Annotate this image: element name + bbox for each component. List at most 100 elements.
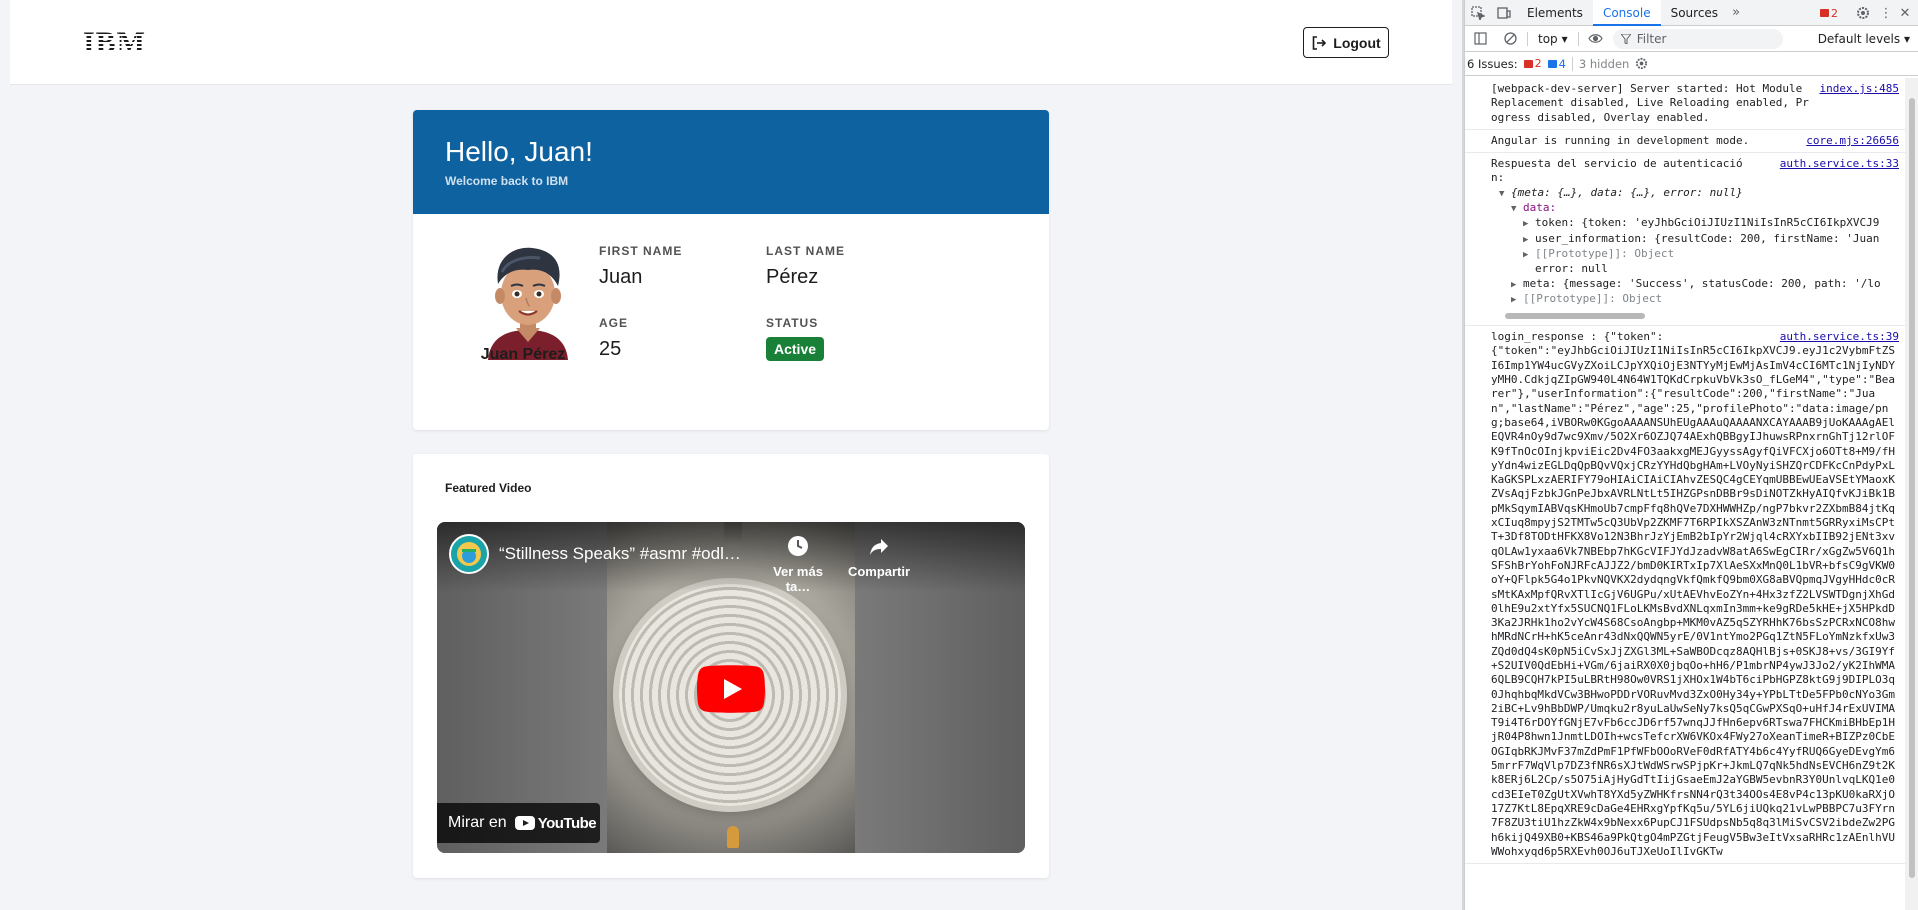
tree-prototype[interactable]: ▶ [[Prototype]]: Object — [1499, 247, 1901, 262]
sidebar-toggle-icon[interactable] — [1467, 26, 1493, 52]
tree-prototype-root-text: [[Prototype]]: Object — [1523, 291, 1663, 305]
devtools-tabbar-right: 2 ⋮ ✕ — [1820, 0, 1914, 26]
close-devtools-icon[interactable]: ✕ — [1896, 0, 1914, 26]
tree-data[interactable]: ▼ data: — [1499, 201, 1901, 216]
tree-error: error: null — [1499, 262, 1901, 276]
more-tabs-icon[interactable]: » — [1728, 0, 1744, 26]
logout-label: Logout — [1333, 34, 1381, 51]
status-label: STATUS — [766, 316, 819, 330]
issues-settings-icon[interactable] — [1635, 57, 1648, 70]
youtube-player[interactable]: “Stillness Speaks” #asmr #odlysatisfyin…… — [437, 522, 1025, 853]
clear-console-icon[interactable] — [1497, 26, 1523, 52]
expanded-arrow-icon: ▼ — [1499, 188, 1505, 199]
issues-bar[interactable]: 6 Issues: 2 4 3 hidden — [1465, 52, 1918, 76]
first-name-label: FIRST NAME — [599, 244, 683, 258]
expanded-arrow-icon: ▼ — [1511, 204, 1517, 215]
tree-root[interactable]: ▼ {meta: {…}, data: {…}, error: null} — [1499, 186, 1901, 201]
tree-error-text: error: null — [1535, 262, 1608, 276]
toolbar-divider — [1527, 31, 1528, 46]
console-message: index.js:485 [webpack-dev-server] Server… — [1465, 78, 1905, 130]
horizontal-scroll-thumb[interactable] — [1505, 313, 1645, 320]
last-name-label: LAST NAME — [766, 244, 845, 258]
youtube-logo: YouTube — [514, 814, 597, 832]
issues-label: 6 Issues: — [1467, 56, 1518, 71]
error-counter[interactable]: 2 — [1820, 7, 1838, 20]
tree-meta[interactable]: ▶ meta: {message: 'Success', statusCode: … — [1499, 277, 1901, 292]
collapsed-arrow-icon: ▶ — [1511, 294, 1517, 305]
tab-console[interactable]: Console — [1592, 0, 1661, 26]
status-badge: Active — [766, 337, 825, 361]
tree-user-information-text: user_information: {resultCode: 200, firs… — [1535, 231, 1880, 245]
inspect-element-icon[interactable] — [1465, 0, 1491, 26]
age-label: AGE — [599, 316, 629, 330]
first-name-field: FIRST NAME Juan — [599, 244, 682, 289]
last-name-value: Pérez — [766, 266, 819, 288]
object-tree: ▼ {meta: {…}, data: {…}, error: null} ▼ da… — [1491, 186, 1901, 307]
settings-gear-icon[interactable] — [1850, 0, 1876, 26]
tab-sources[interactable]: Sources — [1661, 0, 1728, 26]
logout-button[interactable]: Logout — [1303, 27, 1389, 58]
video-figurine — [727, 826, 739, 848]
share-button[interactable]: Compartir — [843, 534, 915, 579]
ibm-logo[interactable]: IBM — [83, 28, 146, 58]
youtube-wordmark: YouTube — [537, 814, 597, 832]
collapsed-arrow-icon: ▶ — [1511, 279, 1517, 290]
app-viewport: IBM Logout Hello, Juan! Welcome back to … — [0, 0, 1462, 910]
message-source-link[interactable]: index.js:485 — [1820, 82, 1899, 96]
greeting-heading: Hello, Juan! — [445, 136, 593, 167]
first-name-value: Juan — [599, 266, 643, 288]
console-vertical-scrollbar[interactable] — [1905, 78, 1918, 910]
age-field: AGE 25 — [599, 316, 628, 361]
device-toolbar-icon[interactable] — [1491, 0, 1517, 26]
collapsed-arrow-icon: ▶ — [1523, 219, 1529, 230]
login-response-json: {"token":"eyJhbGciOiJIUzI1NiIsInR5cCI6Ik… — [1491, 344, 1895, 858]
message-source-link[interactable]: auth.service.ts:39 — [1780, 330, 1899, 344]
profile-card: Hello, Juan! Welcome back to IBM Juan Pé… — [413, 110, 1049, 430]
play-button-icon[interactable] — [697, 665, 765, 713]
channel-logo-icon — [457, 542, 481, 566]
issues-error-count: 2 — [1534, 57, 1542, 70]
error-count: 2 — [1831, 6, 1838, 20]
issues-error-icon — [1523, 59, 1533, 68]
youtube-play-mark-icon — [514, 816, 535, 830]
horizontal-scrollbar[interactable] — [1491, 311, 1901, 321]
issues-divider — [1571, 56, 1573, 71]
app-header: IBM Logout — [10, 0, 1452, 85]
profile-banner: Hello, Juan! Welcome back to IBM — [413, 110, 1049, 214]
error-icon — [1820, 9, 1829, 17]
message-source-link[interactable]: core.mjs:26656 — [1806, 134, 1899, 148]
tree-user-information[interactable]: ▶ user_information: {resultCode: 200, fir… — [1499, 232, 1901, 247]
tree-prototype-root[interactable]: ▶ [[Prototype]]: Object — [1499, 292, 1901, 307]
live-expression-eye-icon[interactable] — [1583, 26, 1609, 52]
message-source-link[interactable]: auth.service.ts:33 — [1780, 157, 1899, 171]
tree-token[interactable]: ▶ token: {token: 'eyJhbGciOiJIUzI1NiIsInR… — [1499, 216, 1901, 231]
tab-elements[interactable]: Elements — [1517, 0, 1593, 26]
log-levels-dropdown[interactable]: Default levels ▾ — [1818, 32, 1910, 46]
console-message-object: auth.service.ts:33 Respuesta del servici… — [1465, 153, 1905, 327]
collapsed-arrow-icon: ▶ — [1523, 234, 1529, 245]
age-value: 25 — [599, 338, 622, 360]
context-value: top — [1538, 31, 1558, 46]
share-icon — [870, 539, 888, 555]
watch-later-button[interactable]: Ver más ta… — [763, 534, 833, 594]
hidden-count: 3 hidden — [1578, 56, 1630, 71]
channel-avatar[interactable] — [449, 534, 489, 574]
kebab-menu-icon[interactable]: ⋮ — [1878, 0, 1894, 26]
issues-message-icon — [1547, 59, 1557, 68]
console-message: core.mjs:26656 Angular is running in dev… — [1465, 130, 1905, 154]
issues-messages: 4 — [1547, 56, 1566, 71]
issues-message-count: 4 — [1558, 56, 1566, 71]
collapsed-arrow-icon: ▶ — [1523, 249, 1529, 260]
watch-on-youtube-button[interactable]: Mirar en YouTube — [437, 803, 600, 843]
video-headline[interactable]: “Stillness Speaks” #asmr #odlysatisfyin… — [499, 544, 749, 564]
console-filter-input[interactable]: Filter — [1612, 28, 1783, 49]
featured-video-card: Featured Video “Stillness Speaks” #asmr … — [413, 454, 1049, 878]
watch-on-label: Mirar en — [448, 814, 507, 831]
vertical-scroll-thumb[interactable] — [1909, 98, 1915, 878]
profile-full-name: Juan Pérez — [480, 346, 566, 363]
console-message-login: auth.service.ts:39 login_response : {"to… — [1465, 326, 1905, 865]
avatar-illustration — [488, 247, 568, 360]
devtools-tabbar: Elements Console Sources » 2 ⋮ ✕ — [1465, 0, 1918, 26]
tree-meta-text: meta: {message: 'Success', statusCode: 2… — [1523, 276, 1881, 290]
context-select[interactable]: top ▾ — [1532, 32, 1574, 46]
